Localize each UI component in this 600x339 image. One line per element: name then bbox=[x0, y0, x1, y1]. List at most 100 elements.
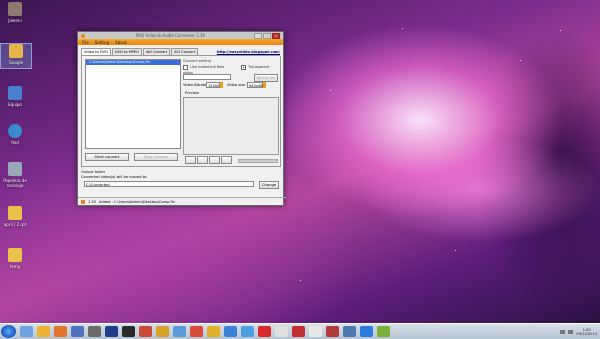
minimize-button[interactable]: _ bbox=[254, 32, 262, 39]
maximize-button[interactable]: □ bbox=[263, 32, 271, 39]
status-bar: 1.30 Added : C:\Users\Admin\Desktop\Comp… bbox=[78, 197, 286, 205]
app-icon bbox=[81, 33, 85, 38]
folder-icon bbox=[8, 206, 22, 220]
status-icon bbox=[81, 199, 85, 204]
seek-slider[interactable] bbox=[238, 159, 278, 163]
taskbar-app-icon[interactable] bbox=[122, 326, 135, 337]
output-folder-label: Output folder bbox=[81, 170, 106, 174]
change-button[interactable]: Change bbox=[259, 181, 279, 189]
desktop-icon-label: april / 2 rpt bbox=[3, 222, 27, 227]
convert-setting-label: Convert setting bbox=[183, 59, 211, 63]
pause-button[interactable] bbox=[197, 156, 208, 164]
select-file-button[interactable]: Select file bbox=[254, 74, 278, 82]
video-size-label: Video size bbox=[227, 83, 246, 87]
size-spin-icon[interactable] bbox=[263, 82, 266, 88]
output-path-field[interactable]: C:\Converted bbox=[84, 181, 254, 187]
tab-video-to-dvd[interactable]: Video to DVD bbox=[81, 48, 111, 55]
taskbar: 1:50 09/12/2013 bbox=[0, 323, 600, 339]
menu-bar: File Setting About bbox=[78, 39, 283, 45]
taskbar-app-icon[interactable] bbox=[241, 326, 254, 337]
taskbar-app-icon[interactable] bbox=[326, 326, 339, 337]
taskbar-app-icon[interactable] bbox=[224, 326, 237, 337]
tab-dvd-to-mpeg[interactable]: DVD to MPEG bbox=[111, 48, 143, 55]
desktop-icon-april[interactable]: april / 2 rpt bbox=[0, 206, 30, 227]
website-link[interactable]: http://easyvideo.blogspot.com/ bbox=[217, 50, 280, 55]
output-note: Converted video(s) will be moved to: bbox=[81, 175, 148, 179]
desktop-icon-temp[interactable]: temp bbox=[0, 248, 30, 269]
taskbar-app-icon[interactable] bbox=[360, 326, 373, 337]
video-bitrate-field[interactable]: 1500k bbox=[206, 82, 220, 88]
video-bitrate-label: Video Bitrate bbox=[183, 83, 207, 87]
taskbar-app-icon[interactable] bbox=[139, 326, 152, 337]
tab-strip: Video to DVD DVD to MPEG AVI Convert AVI… bbox=[81, 48, 280, 56]
tab-avi-convert[interactable]: AVI Convert bbox=[143, 48, 171, 55]
converter-window: PRO Video & Audio Converter 1.30 _ □ × F… bbox=[77, 31, 286, 206]
close-button[interactable]: × bbox=[272, 32, 280, 39]
menu-file[interactable]: File bbox=[82, 40, 89, 45]
start-convert-button[interactable]: Start convert bbox=[85, 153, 129, 161]
desktop-icon-recycle-bin[interactable]: Papelera de reciclaje bbox=[0, 162, 30, 188]
preview-area bbox=[183, 97, 279, 155]
video-size-field[interactable]: 640x480 bbox=[247, 82, 265, 88]
taskbar-app-icon[interactable] bbox=[309, 326, 322, 337]
preview-label: Preview bbox=[185, 91, 199, 95]
taskbar-app-icon[interactable] bbox=[156, 326, 169, 337]
taskbar-app-icon[interactable] bbox=[275, 326, 288, 337]
audio-file-field[interactable] bbox=[183, 74, 231, 80]
folder-icon bbox=[8, 248, 22, 262]
taskbar-app-icon[interactable] bbox=[343, 326, 356, 337]
desktop-icon-label: Google bbox=[8, 60, 24, 65]
taskbar-app-icon[interactable] bbox=[377, 326, 390, 337]
taskbar-app-icon[interactable] bbox=[71, 326, 84, 337]
file-list[interactable]: C:\Users\Admin\Desktop\Comp.flv bbox=[85, 59, 181, 149]
taskbar-app-icon[interactable] bbox=[258, 326, 271, 337]
desktop-icon-label: temp bbox=[9, 264, 21, 269]
desktop-icon-red[interactable]: Red bbox=[0, 124, 30, 145]
bitrate-spin-icon[interactable] bbox=[220, 82, 223, 88]
taskbar-app-icon[interactable] bbox=[88, 326, 101, 337]
stop-button[interactable] bbox=[209, 156, 220, 164]
transparent-video-checkbox[interactable] bbox=[240, 64, 246, 70]
volume-tray-icon[interactable] bbox=[568, 329, 574, 334]
status-version: 1.30 bbox=[88, 199, 97, 204]
recycle-bin-icon bbox=[8, 162, 22, 176]
desktop-icon-label: Red bbox=[11, 140, 19, 145]
taskbar-app-icon[interactable] bbox=[20, 326, 33, 337]
network-tray-icon[interactable] bbox=[560, 329, 566, 334]
network-icon bbox=[8, 124, 22, 138]
taskbar-app-icon[interactable] bbox=[105, 326, 118, 337]
taskbar-app-icon[interactable] bbox=[54, 326, 67, 337]
next-button[interactable] bbox=[221, 156, 232, 164]
taskbar-apps bbox=[16, 326, 390, 337]
window-title: PRO Video & Audio Converter 1.30 bbox=[135, 33, 206, 38]
taskbar-app-icon[interactable] bbox=[207, 326, 220, 337]
taskbar-app-icon[interactable] bbox=[173, 326, 186, 337]
taskbar-app-icon[interactable] bbox=[190, 326, 203, 337]
system-tray: 1:50 09/12/2013 bbox=[560, 328, 600, 336]
desktop-icon-label: Jalenni bbox=[8, 18, 22, 23]
clock[interactable]: 1:50 09/12/2013 bbox=[576, 328, 597, 336]
taskbar-app-icon[interactable] bbox=[37, 326, 50, 337]
desktop-icon-label: Papelera de reciclaje bbox=[3, 178, 27, 188]
menu-about[interactable]: About bbox=[115, 40, 127, 45]
taskbar-app-icon[interactable] bbox=[292, 326, 305, 337]
user-folder-icon bbox=[8, 2, 22, 16]
clock-date: 09/12/2013 bbox=[576, 331, 597, 336]
stop-convert-button[interactable]: Stop convert bbox=[134, 153, 178, 161]
desktop-icon-equipo[interactable]: Equipo bbox=[0, 86, 30, 107]
desktop-icon-label: Equipo bbox=[8, 102, 22, 107]
identical-files-label: Use indentical files bbox=[190, 65, 225, 69]
tab-avi-convert-2[interactable]: AVI Convert bbox=[171, 48, 199, 55]
desktop-icon-google[interactable]: Google bbox=[0, 43, 32, 69]
computer-icon bbox=[8, 86, 22, 100]
start-button[interactable] bbox=[1, 325, 16, 338]
menu-setting[interactable]: Setting bbox=[95, 40, 109, 45]
desktop-icon-jalenni[interactable]: Jalenni bbox=[0, 2, 30, 23]
identical-files-checkbox[interactable] bbox=[183, 64, 188, 70]
tab-panel: C:\Users\Admin\Desktop\Comp.flv Start co… bbox=[81, 56, 281, 167]
play-button[interactable] bbox=[185, 156, 196, 164]
folder-icon bbox=[9, 44, 23, 58]
list-item[interactable]: C:\Users\Admin\Desktop\Comp.flv bbox=[86, 60, 180, 65]
output-section: Output folder Converted video(s) will be… bbox=[81, 170, 279, 192]
title-bar[interactable]: PRO Video & Audio Converter 1.30 _ □ × bbox=[78, 32, 283, 39]
